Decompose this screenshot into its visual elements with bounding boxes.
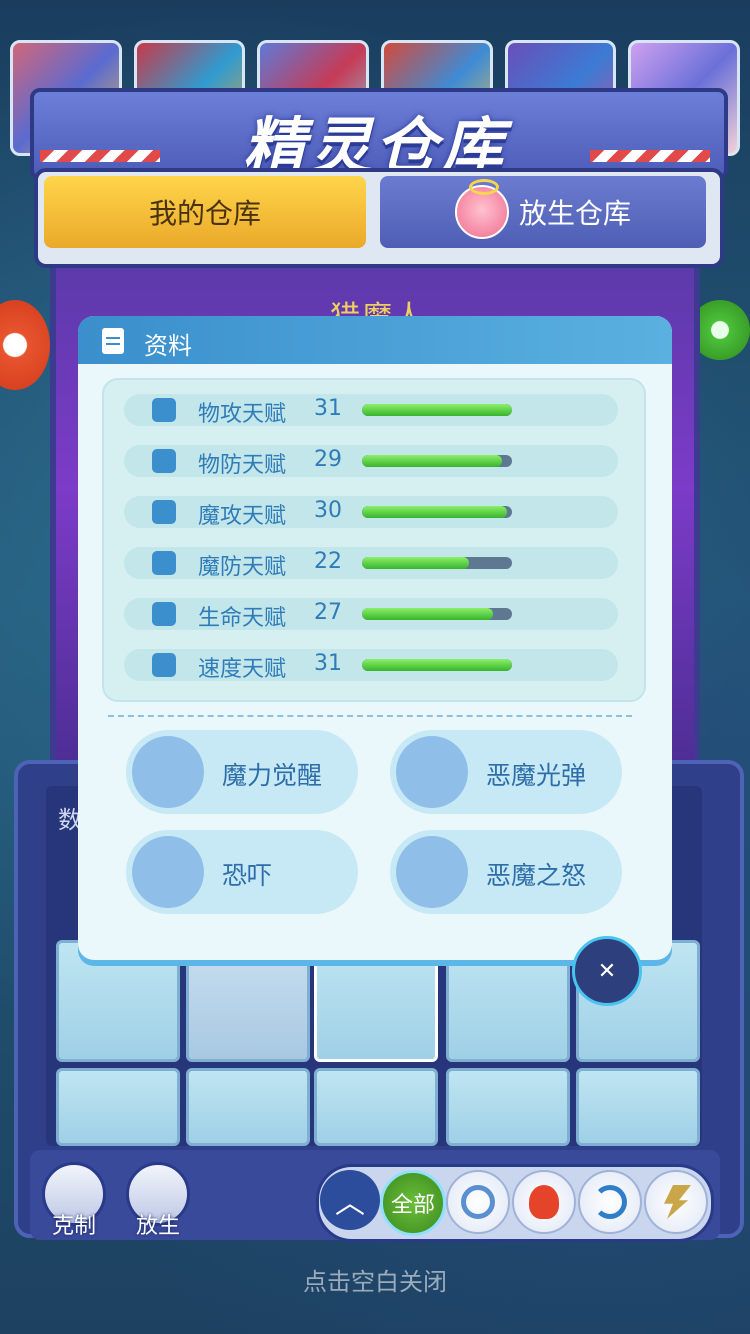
chevron-up-icon: ︿	[335, 1186, 365, 1221]
talent-stat-value: 31	[314, 651, 342, 676]
talent-bar	[362, 506, 512, 518]
filter-all-label: 全部	[390, 1193, 435, 1218]
modal-header: 资料	[78, 316, 672, 364]
talent-bar	[362, 404, 512, 416]
sword-icon	[152, 398, 176, 422]
filter-element-button[interactable]	[446, 1170, 510, 1234]
pet-icon	[454, 179, 509, 239]
fire-icon	[529, 1185, 559, 1219]
spirit-cell[interactable]	[314, 1068, 438, 1146]
filter-element-button[interactable]	[512, 1170, 576, 1234]
magic-shield-icon	[152, 551, 176, 575]
talent-stat-value: 22	[314, 549, 342, 574]
talent-stat-label: 物防天赋	[198, 453, 287, 478]
talent-stat-label: 魔防天赋	[198, 555, 287, 580]
talent-bar	[362, 455, 512, 467]
talent-stat-value: 27	[314, 600, 342, 625]
talent-stat-row: 魔攻天赋 30	[124, 496, 618, 529]
demon-crest-icon	[132, 836, 204, 908]
talent-bar-fill	[362, 506, 508, 518]
talent-stat-value: 31	[314, 396, 342, 421]
tab-release-storage[interactable]: 放生仓库	[380, 176, 706, 248]
skill-label: 恐吓	[222, 861, 273, 890]
skill-item[interactable]: 恐吓	[126, 830, 358, 914]
spirit-cell[interactable]	[576, 1068, 700, 1146]
talent-stat-row: 物防天赋 29	[124, 445, 618, 478]
skill-item[interactable]: 恶魔之怒	[390, 830, 622, 914]
filter-element-button[interactable]	[644, 1170, 708, 1234]
counter-button-label: 克制	[51, 1214, 96, 1239]
talent-stat-value: 29	[314, 447, 342, 472]
counter-button[interactable]: 克制	[42, 1162, 106, 1239]
divider	[108, 715, 632, 717]
close-hint[interactable]: 点击空白关闭	[0, 1262, 750, 1297]
skill-label: 恶魔光弹	[486, 761, 587, 790]
filter-all-button[interactable]: 全部	[380, 1170, 446, 1236]
demon-crest-icon	[396, 836, 468, 908]
talent-stat-label: 魔攻天赋	[198, 504, 287, 529]
tab-release-storage-label: 放生仓库	[518, 197, 631, 230]
talent-stat-row: 物攻天赋 31	[124, 394, 618, 427]
spirit-cell[interactable]	[56, 1068, 180, 1146]
talent-bar-fill	[362, 455, 503, 467]
demon-crest-icon	[396, 736, 468, 808]
talent-bar-fill	[362, 659, 512, 671]
spirit-cell[interactable]	[446, 1068, 570, 1146]
talent-bar-fill	[362, 404, 512, 416]
skill-item[interactable]: 恶魔光弹	[390, 730, 622, 814]
talent-bar	[362, 608, 512, 620]
lightning-icon	[664, 1185, 691, 1219]
talent-stat-label: 物攻天赋	[198, 402, 287, 427]
close-modal-button[interactable]: ✕	[572, 936, 642, 1006]
shield-icon	[152, 449, 176, 473]
release-button-label: 放生	[135, 1214, 180, 1239]
talent-bar-fill	[362, 557, 469, 569]
skill-item[interactable]: 魔力觉醒	[126, 730, 358, 814]
talent-stat-row: 生命天赋 27	[124, 598, 618, 631]
talent-bar-fill	[362, 608, 493, 620]
collapse-filter-button[interactable]: ︿	[320, 1170, 380, 1230]
talent-stat-row: 魔防天赋 22	[124, 547, 618, 580]
skill-label: 魔力觉醒	[222, 761, 323, 790]
tab-my-storage-label: 我的仓库	[148, 197, 261, 230]
talent-stat-label: 速度天赋	[198, 657, 287, 682]
heart-plus-icon	[152, 602, 176, 626]
talent-stat-value: 30	[314, 498, 342, 523]
close-icon: ✕	[597, 958, 617, 984]
talent-bar	[362, 557, 512, 569]
skill-label: 恶魔之怒	[486, 861, 587, 890]
ring-icon	[461, 1185, 495, 1219]
demon-crest-icon	[132, 736, 204, 808]
flame-icon	[152, 500, 176, 524]
document-icon	[102, 328, 124, 354]
tab-my-storage[interactable]: 我的仓库	[44, 176, 366, 248]
boot-icon	[152, 653, 176, 677]
swirl-icon	[593, 1185, 627, 1219]
spirit-cell[interactable]	[186, 1068, 310, 1146]
talent-stat-row: 速度天赋 31	[124, 649, 618, 682]
modal-title: 资料	[144, 332, 192, 360]
release-button[interactable]: 放生	[126, 1162, 190, 1239]
talent-bar	[362, 659, 512, 671]
talent-stat-label: 生命天赋	[198, 606, 287, 631]
filter-element-button[interactable]	[578, 1170, 642, 1234]
info-modal: 资料 物攻天赋 31 物防天赋 29 魔攻天赋 30 魔防天赋 22 生命天赋 27 速度天赋 31 …	[78, 316, 672, 960]
